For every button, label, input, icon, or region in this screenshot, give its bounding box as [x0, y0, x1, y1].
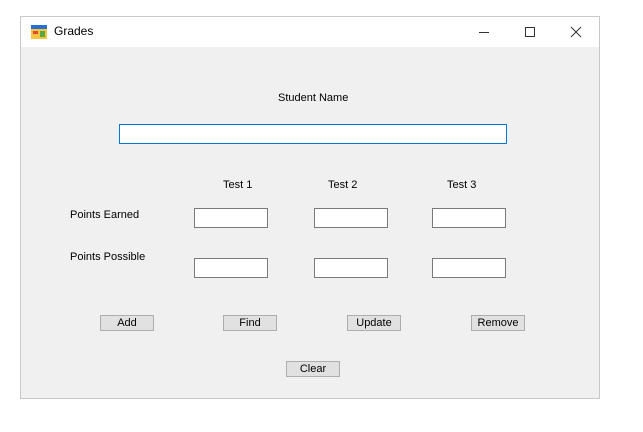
close-icon: [570, 26, 582, 38]
test-1-header: Test 1: [223, 179, 253, 191]
title-bar[interactable]: Grades: [21, 17, 599, 47]
windows-form-icon: [31, 25, 47, 39]
test-2-header: Test 2: [328, 179, 358, 191]
points-possible-label: Points Possible: [70, 251, 146, 263]
points-earned-label: Points Earned: [70, 209, 140, 221]
minimize-icon: [479, 32, 489, 33]
maximize-button[interactable]: [507, 17, 553, 47]
test-2-earned-input[interactable]: [314, 208, 388, 228]
test-3-earned-input[interactable]: [432, 208, 506, 228]
test-1-earned-input[interactable]: [194, 208, 268, 228]
test-3-header: Test 3: [447, 179, 477, 191]
test-1-possible-input[interactable]: [194, 258, 268, 278]
update-button[interactable]: Update: [347, 315, 401, 331]
grades-window: Grades Student Name Test 1 Test 2 Test 3…: [20, 16, 600, 399]
clear-button[interactable]: Clear: [286, 361, 340, 377]
test-2-possible-input[interactable]: [314, 258, 388, 278]
close-button[interactable]: [553, 17, 599, 47]
test-3-possible-input[interactable]: [432, 258, 506, 278]
student-name-input[interactable]: [119, 124, 507, 144]
find-button[interactable]: Find: [223, 315, 277, 331]
minimize-button[interactable]: [461, 17, 507, 47]
maximize-icon: [525, 27, 535, 37]
student-name-label: Student Name: [278, 92, 349, 104]
remove-button[interactable]: Remove: [471, 315, 525, 331]
add-button[interactable]: Add: [100, 315, 154, 331]
window-title: Grades: [54, 24, 94, 38]
